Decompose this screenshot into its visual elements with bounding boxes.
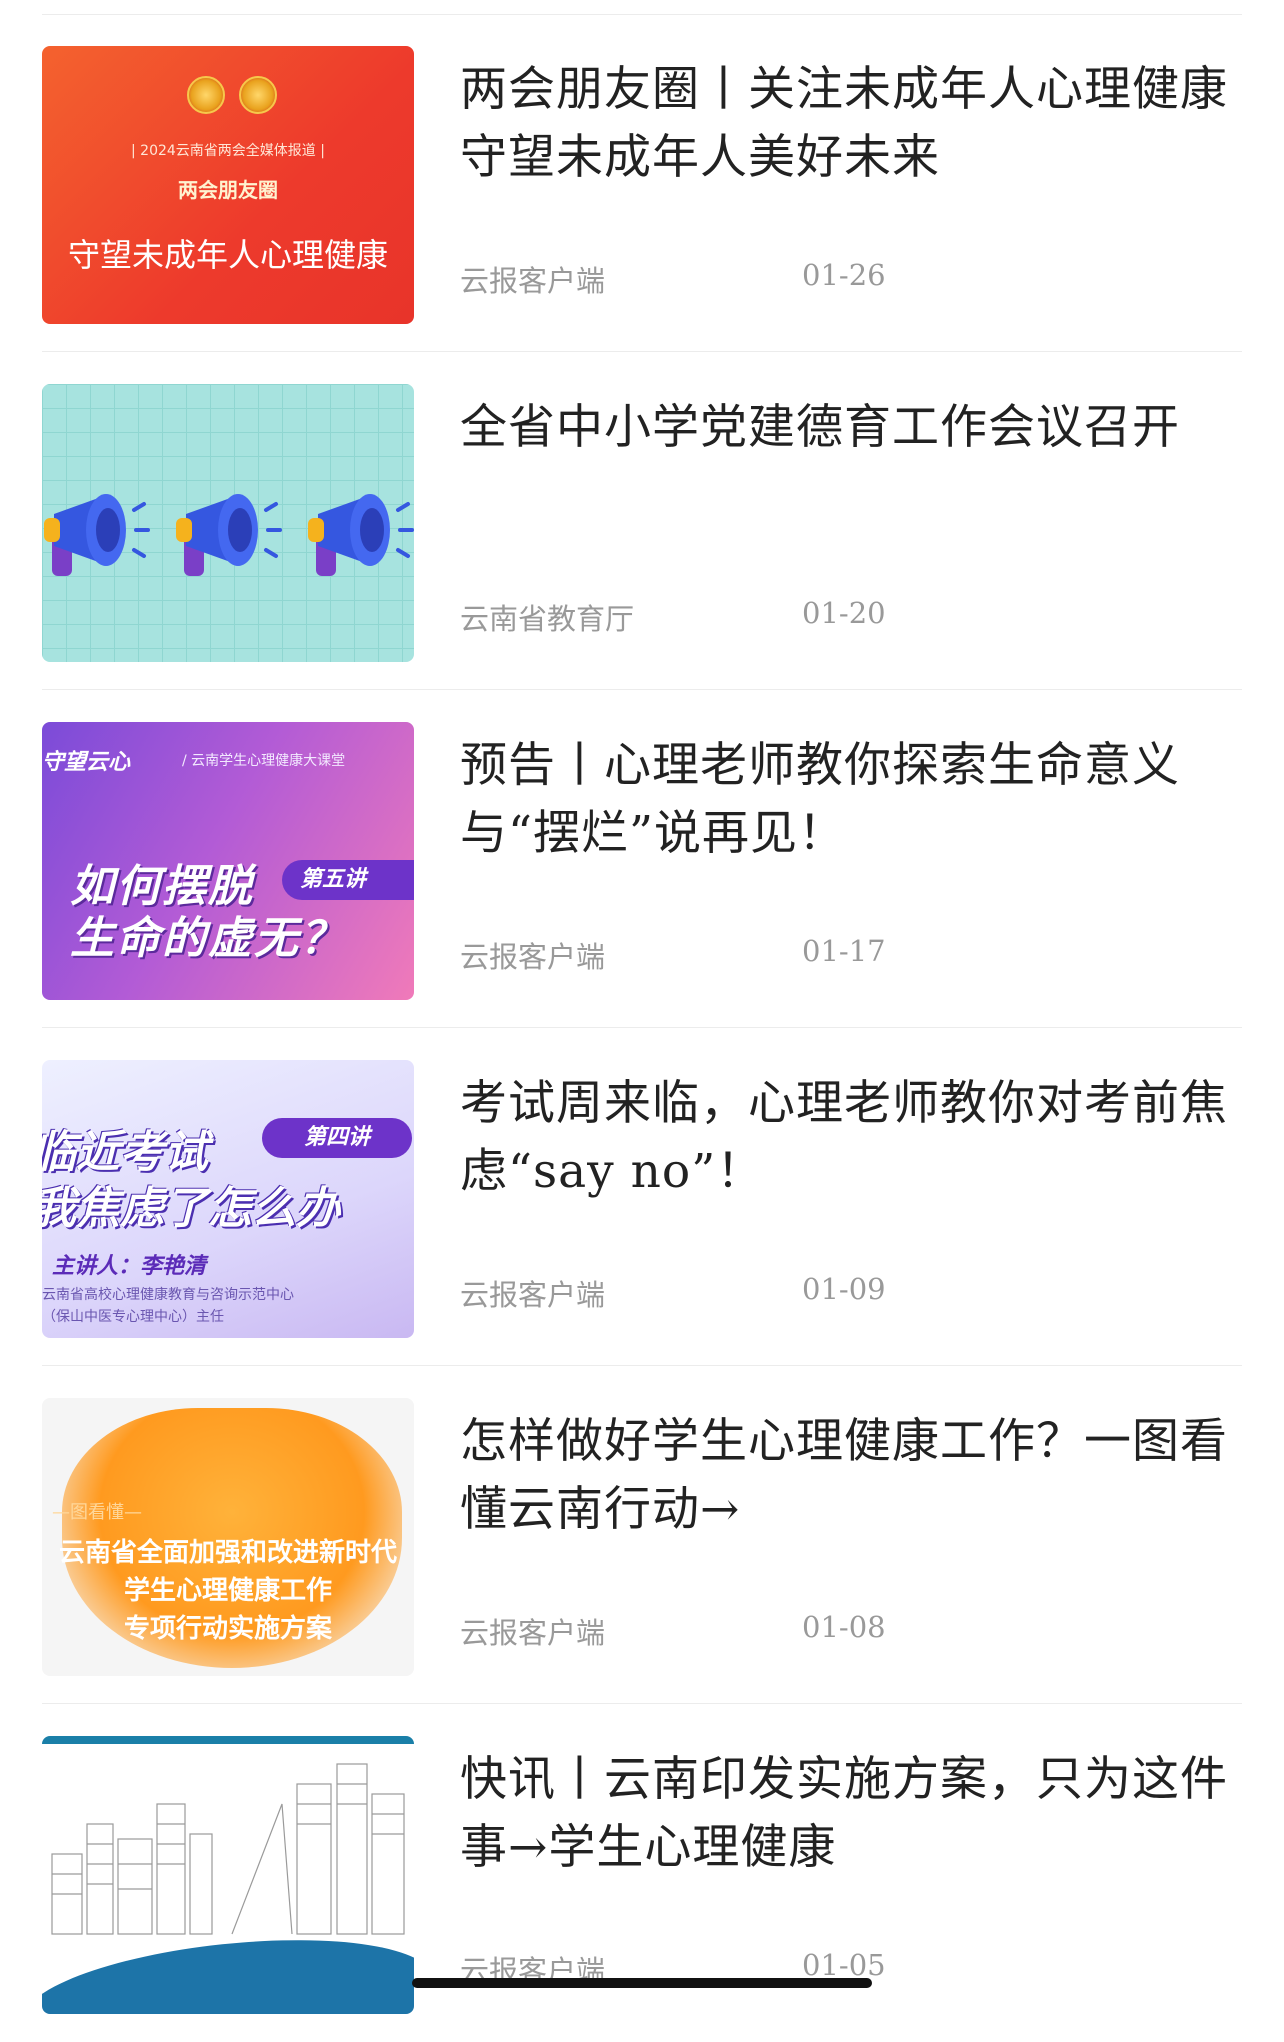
article-title[interactable]: 快讯丨云南印发实施方案，只为这件事→学生心理健康 xyxy=(460,1746,1242,1882)
article-item[interactable]: —图看懂— 云南省全面加强和改进新时代 学生心理健康工作 专项行动实施方案 怎样… xyxy=(42,1366,1242,1704)
article-source: 云南省教育厅 xyxy=(460,602,635,636)
thumb-org: 云南省高校心理健康教育与咨询示范中心 xyxy=(42,1287,294,1303)
national-emblem-icon xyxy=(187,76,225,114)
emblems xyxy=(187,76,277,114)
thumb-badge: 第四讲 xyxy=(262,1118,412,1158)
thumb-org-title: （保山中医专心理中心）主任 xyxy=(42,1309,224,1325)
article-date: 01-20 xyxy=(802,596,886,630)
article-item[interactable]: 全省中小学党建德育工作会议召开 云南省教育厅 01-20 xyxy=(42,352,1242,690)
article-item[interactable]: | 2024云南省两会全媒体报道 | 两会朋友圈 守望未成年人心理健康 两会朋友… xyxy=(42,14,1242,352)
thumb-subtitle: | 2024云南省两会全媒体报道 | xyxy=(131,143,325,159)
article-date: 01-17 xyxy=(802,934,886,968)
thumb-line1: 云南省全面加强和改进新时代 xyxy=(58,1538,397,1568)
article-item[interactable]: 第四讲 临近考试 我焦虑了怎么办 主讲人：李艳清 云南省高校心理健康教育与咨询示… xyxy=(42,1028,1242,1366)
megaphone-icon xyxy=(176,494,282,576)
article-item[interactable]: 快讯丨云南印发实施方案，只为这件事→学生心理健康 云报客户端 01-05 xyxy=(42,1704,1242,2042)
article-thumbnail[interactable]: | 2024云南省两会全媒体报道 | 两会朋友圈 守望未成年人心理健康 xyxy=(42,46,414,324)
article-source: 云报客户端 xyxy=(460,940,606,974)
article-title[interactable]: 预告丨心理老师教你探索生命意义 与“摆烂”说再见！ xyxy=(460,732,1242,868)
article-title[interactable]: 怎样做好学生心理健康工作？一图看懂云南行动→ xyxy=(460,1408,1242,1544)
article-thumbnail[interactable] xyxy=(42,1736,414,2014)
article-title[interactable]: 两会朋友圈丨关注未成年人心理健康 守望未成年人美好未来 xyxy=(460,56,1242,192)
article-title[interactable]: 考试周来临，心理老师教你对考前焦虑“say no”！ xyxy=(460,1070,1242,1206)
thumb-heading: 两会朋友圈 xyxy=(178,178,278,202)
home-indicator[interactable] xyxy=(412,1978,872,1988)
thumb-tag: 守望云心 xyxy=(42,750,131,775)
thumb-kicker: —图看懂— xyxy=(52,1502,142,1523)
megaphone-icon xyxy=(44,494,150,576)
article-date: 01-09 xyxy=(802,1272,886,1306)
thumb-line3: 专项行动实施方案 xyxy=(123,1614,332,1644)
thumb-line2: 生命的虚无？ xyxy=(70,913,346,964)
megaphone-icon xyxy=(308,494,414,576)
article-thumbnail[interactable]: 守望云心 / 云南学生心理健康大课堂 第五讲 如何摆脱 生命的虚无？ xyxy=(42,722,414,1000)
thumb-line2: 我焦虑了怎么办 xyxy=(42,1183,340,1234)
thumb-line2: 学生心理健康工作 xyxy=(123,1576,332,1606)
article-source: 云报客户端 xyxy=(460,1616,606,1650)
article-thumbnail[interactable]: 第四讲 临近考试 我焦虑了怎么办 主讲人：李艳清 云南省高校心理健康教育与咨询示… xyxy=(42,1060,414,1338)
thumb-text: 守望未成年人心理健康 xyxy=(67,236,388,274)
article-thumbnail[interactable] xyxy=(42,384,414,662)
article-date: 01-26 xyxy=(802,258,886,292)
article-source: 云报客户端 xyxy=(460,264,606,298)
thumb-line1: 临近考试 xyxy=(42,1127,208,1178)
article-item[interactable]: 守望云心 / 云南学生心理健康大课堂 第五讲 如何摆脱 生命的虚无？ 预告丨心理… xyxy=(42,690,1242,1028)
article-source: 云报客户端 xyxy=(460,1278,606,1312)
thumb-badge: 第五讲 xyxy=(282,860,414,900)
cppcc-emblem-icon xyxy=(239,76,277,114)
article-date: 01-05 xyxy=(802,1948,886,1982)
thumb-speaker: 主讲人：李艳清 xyxy=(52,1254,207,1279)
article-title[interactable]: 全省中小学党建德育工作会议召开 xyxy=(460,394,1242,462)
article-date: 01-08 xyxy=(802,1610,886,1644)
article-thumbnail[interactable]: —图看懂— 云南省全面加强和改进新时代 学生心理健康工作 专项行动实施方案 xyxy=(42,1398,414,1676)
thumb-series: / 云南学生心理健康大课堂 xyxy=(182,753,346,769)
